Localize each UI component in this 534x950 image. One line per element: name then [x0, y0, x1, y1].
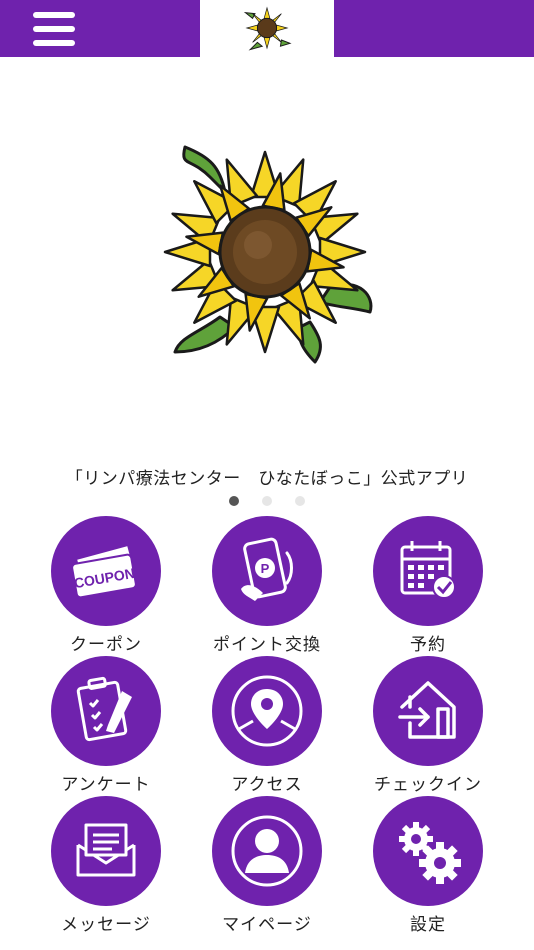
menu-circle [212, 796, 322, 906]
menu-item-access[interactable]: アクセス [187, 656, 347, 796]
checkin-icon [398, 681, 456, 739]
menu-circle: COUPON [51, 516, 161, 626]
calendar-icon [400, 541, 456, 599]
carousel-dot[interactable] [295, 496, 305, 506]
menu-item-message[interactable]: メッセージ [26, 796, 186, 936]
coupon-icon: COUPON [71, 543, 138, 599]
banner-caption: 「リンパ療法センター ひなたぼっこ」公式アプリ [65, 469, 469, 489]
menu-item-coupon[interactable]: COUPON クーポン [26, 516, 186, 656]
menu-label: クーポン [70, 635, 142, 655]
menu-label: マイページ [222, 915, 312, 935]
menu-label: チェックイン [374, 775, 482, 795]
clipboard-icon [76, 676, 132, 742]
point-exchange-icon: P [241, 537, 293, 601]
sunflower-logo-icon [243, 6, 292, 51]
carousel-indicator [0, 496, 534, 506]
sunflower-banner-image [163, 145, 373, 364]
menu-circle [373, 796, 483, 906]
menu-item-settings[interactable]: 設定 [348, 796, 508, 936]
map-pin-icon [231, 675, 303, 747]
menu-item-point-exchange[interactable]: P ポイント交換 [187, 516, 347, 656]
menu-circle [51, 796, 161, 906]
carousel-dot[interactable] [262, 496, 272, 506]
menu-label: 予約 [410, 635, 446, 655]
menu-label: ポイント交換 [213, 635, 321, 655]
hamburger-icon[interactable] [30, 10, 78, 48]
carousel-dot[interactable] [229, 496, 239, 506]
menu-circle [212, 656, 322, 766]
menu-label: 設定 [410, 915, 446, 935]
menu-circle [51, 656, 161, 766]
person-icon [231, 815, 303, 887]
menu-circle [373, 516, 483, 626]
envelope-icon [76, 823, 136, 877]
menu-label: アンケート [61, 775, 151, 795]
top-bar [0, 0, 534, 57]
menu-label: アクセス [231, 775, 303, 795]
svg-text:P: P [261, 561, 270, 576]
menu-circle [373, 656, 483, 766]
menu-label: メッセージ [61, 915, 151, 935]
header-logo[interactable] [200, 0, 334, 57]
banner-slide[interactable] [0, 57, 534, 457]
menu-circle: P [212, 516, 322, 626]
menu-item-survey[interactable]: アンケート [26, 656, 186, 796]
gear-icon [399, 822, 461, 884]
menu-item-checkin[interactable]: チェックイン [348, 656, 508, 796]
menu-item-mypage[interactable]: マイページ [187, 796, 347, 936]
menu-item-reservation[interactable]: 予約 [348, 516, 508, 656]
